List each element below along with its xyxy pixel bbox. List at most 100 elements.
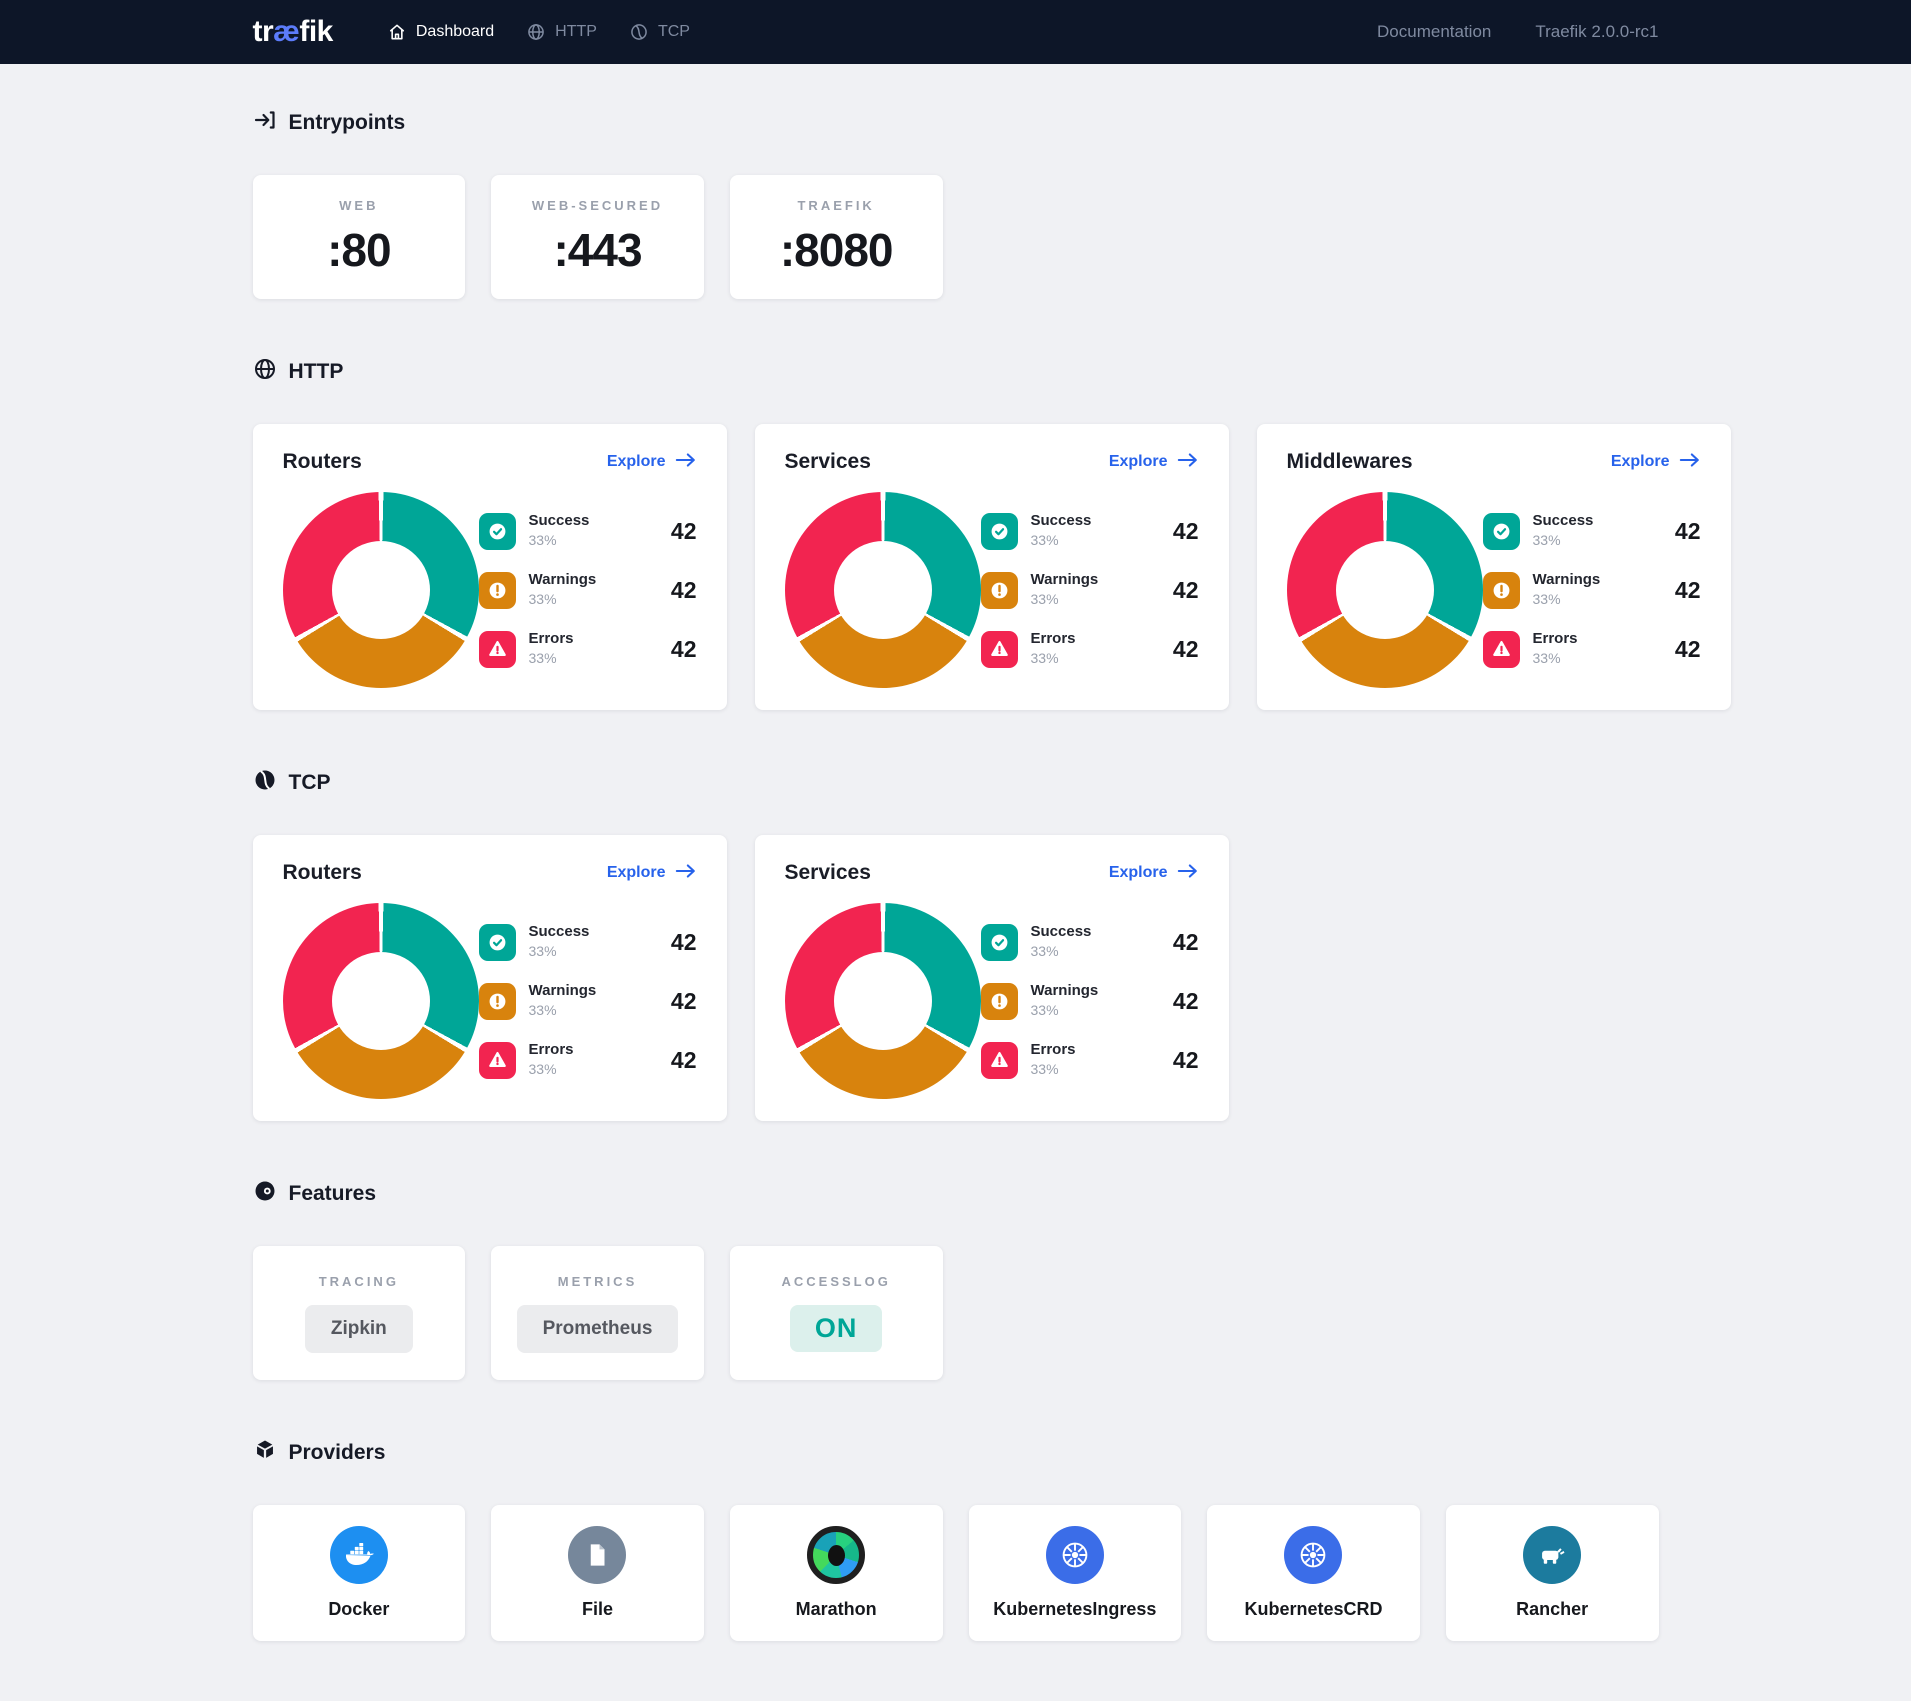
legend-row-warnings: Warnings33% 42 [981,981,1199,1021]
arrow-right-icon [1177,452,1199,473]
legend-row-errors: Errors33% 42 [479,1040,697,1080]
tcp-services-card: Services Explore Success33% 42 [755,835,1229,1121]
legend-row-success: Success33% 42 [479,922,697,962]
explore-link[interactable]: Explore [607,452,697,473]
error-triangle-icon [479,1042,516,1079]
explore-link[interactable]: Explore [607,863,697,884]
success-check-icon [479,924,516,961]
status-donut-chart [785,903,981,1099]
explore-link[interactable]: Explore [1109,452,1199,473]
legend-row-errors: Errors33% 42 [981,1040,1199,1080]
feature-card-tracing: TRACING Zipkin [253,1246,466,1380]
warning-circle-icon [981,983,1018,1020]
http-services-card: Services Explore Success33% 42 [755,424,1229,710]
legend-row-warnings: Warnings33% 42 [1483,570,1701,610]
nav-item-tcp[interactable]: TCP [629,22,690,42]
card-title: Routers [283,861,362,885]
entrypoint-card-web-secured: WEB-SECURED :443 [491,175,704,299]
provider-card-marathon: Marathon [730,1505,943,1641]
card-title: Services [785,861,871,885]
section-title: Features [289,1182,377,1206]
feature-on-badge: ON [790,1305,883,1352]
success-check-icon [1483,513,1520,550]
documentation-link[interactable]: Documentation [1377,22,1491,42]
file-icon [568,1526,626,1584]
entrypoint-port: :80 [327,223,390,277]
tcp-section: TCP Routers Explore Success [253,768,1659,1121]
tcp-icon [253,768,277,797]
provider-card-kubernetes-crd: KubernetesCRD [1207,1505,1420,1641]
tcp-routers-card: Routers Explore Success33% 42 [253,835,727,1121]
warning-circle-icon [479,983,516,1020]
marathon-icon [807,1526,865,1584]
feature-label: TRACING [319,1274,399,1289]
rancher-icon [1523,1526,1581,1584]
legend-row-errors: Errors33% 42 [479,629,697,669]
warning-circle-icon [1483,572,1520,609]
entrypoint-card-traefik: TRAEFIK :8080 [730,175,943,299]
warning-circle-icon [479,572,516,609]
entrypoint-label: WEB [339,198,378,213]
kubernetes-icon [1284,1526,1342,1584]
feature-value-badge: Prometheus [517,1305,679,1353]
version-label: Traefik 2.0.0-rc1 [1535,22,1658,42]
warning-circle-icon [981,572,1018,609]
entrypoints-icon [253,108,277,137]
card-title: Services [785,450,871,474]
entrypoint-port: :8080 [780,223,893,277]
nav-item-label: HTTP [555,23,597,41]
providers-cube-icon [253,1438,277,1467]
entrypoint-port: :443 [553,223,641,277]
status-donut-chart [1287,492,1483,688]
success-check-icon [479,513,516,550]
legend-row-success: Success33% 42 [981,922,1199,962]
error-triangle-icon [479,631,516,668]
error-triangle-icon [981,631,1018,668]
explore-link[interactable]: Explore [1109,863,1199,884]
arrow-right-icon [675,863,697,884]
provider-card-rancher: Rancher [1446,1505,1659,1641]
tcp-icon [629,22,649,42]
feature-card-metrics: METRICS Prometheus [491,1246,704,1380]
http-routers-card: Routers Explore Success33% 42 [253,424,727,710]
nav-item-dashboard[interactable]: Dashboard [387,22,494,42]
providers-section: Providers Docker File Marathon [253,1438,1659,1641]
entrypoint-label: WEB-SECURED [532,198,663,213]
globe-icon [526,22,546,42]
arrow-right-icon [1177,863,1199,884]
entrypoints-section: Entrypoints WEB :80 WEB-SECURED :443 TRA… [253,108,1659,299]
success-check-icon [981,924,1018,961]
arrow-right-icon [675,452,697,473]
features-section: Features TRACING Zipkin METRICS Promethe… [253,1179,1659,1380]
error-triangle-icon [981,1042,1018,1079]
tcp-cards-row: Routers Explore Success33% 42 [253,835,1659,1121]
legend-row-warnings: Warnings33% 42 [479,570,697,610]
nav-item-http[interactable]: HTTP [526,22,597,42]
http-section: HTTP Routers Explore Succes [253,357,1659,710]
section-title: TCP [289,771,331,795]
legend-row-warnings: Warnings33% 42 [981,570,1199,610]
success-check-icon [981,513,1018,550]
status-donut-chart [283,492,479,688]
section-title: HTTP [289,360,344,384]
card-title: Middlewares [1287,450,1413,474]
http-cards-row: Routers Explore Success33% 42 [253,424,1659,710]
top-navbar: træfik Dashboard HTTP TCP Documentation … [0,0,1911,64]
globe-icon [253,357,277,386]
section-title: Entrypoints [289,111,406,135]
kubernetes-icon [1046,1526,1104,1584]
status-donut-chart [283,903,479,1099]
features-icon [253,1179,277,1208]
explore-link[interactable]: Explore [1611,452,1701,473]
nav-item-label: Dashboard [416,23,494,41]
feature-value-badge: Zipkin [305,1305,413,1353]
providers-row: Docker File Marathon KubernetesIngress [253,1505,1659,1641]
legend-row-errors: Errors33% 42 [1483,629,1701,669]
feature-label: ACCESSLOG [781,1274,890,1289]
provider-card-docker: Docker [253,1505,466,1641]
card-title: Routers [283,450,362,474]
traefik-logo: træfik [253,15,333,49]
legend-row-success: Success33% 42 [1483,511,1701,551]
error-triangle-icon [1483,631,1520,668]
legend-row-success: Success33% 42 [479,511,697,551]
